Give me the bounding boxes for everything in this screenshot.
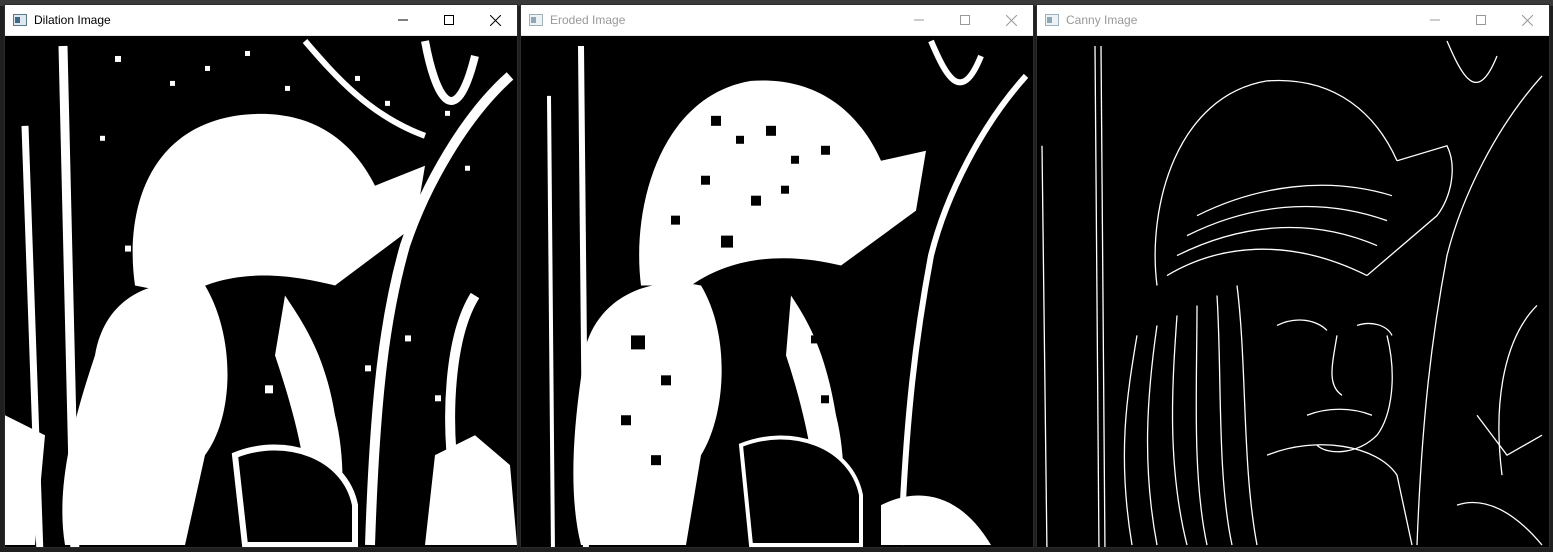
minimize-icon[interactable] — [896, 5, 942, 35]
maximize-icon[interactable] — [1458, 5, 1504, 35]
canny-titlebar[interactable]: Canny Image — [1037, 5, 1549, 36]
canny-image-canvas — [1037, 36, 1549, 547]
app-window-icon — [13, 13, 27, 26]
eroded-image-canvas — [521, 36, 1033, 547]
eroded-window[interactable]: Eroded Image — [520, 4, 1034, 548]
maximize-icon[interactable] — [426, 5, 472, 35]
window-title: Dilation Image — [34, 13, 111, 27]
canny-image — [1037, 36, 1549, 547]
dilation-image — [5, 36, 517, 547]
window-title: Canny Image — [1066, 13, 1138, 27]
close-icon[interactable] — [472, 5, 518, 35]
maximize-icon[interactable] — [942, 5, 988, 35]
dilation-titlebar[interactable]: Dilation Image — [5, 5, 517, 36]
minimize-icon[interactable] — [1412, 5, 1458, 35]
app-window-icon — [529, 13, 543, 26]
close-icon[interactable] — [1504, 5, 1550, 35]
dilation-window[interactable]: Dilation Image — [4, 4, 518, 548]
app-window-icon — [1045, 13, 1059, 26]
dilation-image-canvas — [5, 36, 517, 547]
close-icon[interactable] — [988, 5, 1034, 35]
eroded-titlebar[interactable]: Eroded Image — [521, 5, 1033, 36]
window-title: Eroded Image — [550, 13, 626, 27]
minimize-icon[interactable] — [380, 5, 426, 35]
canny-window[interactable]: Canny Image — [1036, 4, 1550, 548]
eroded-image — [521, 36, 1033, 547]
